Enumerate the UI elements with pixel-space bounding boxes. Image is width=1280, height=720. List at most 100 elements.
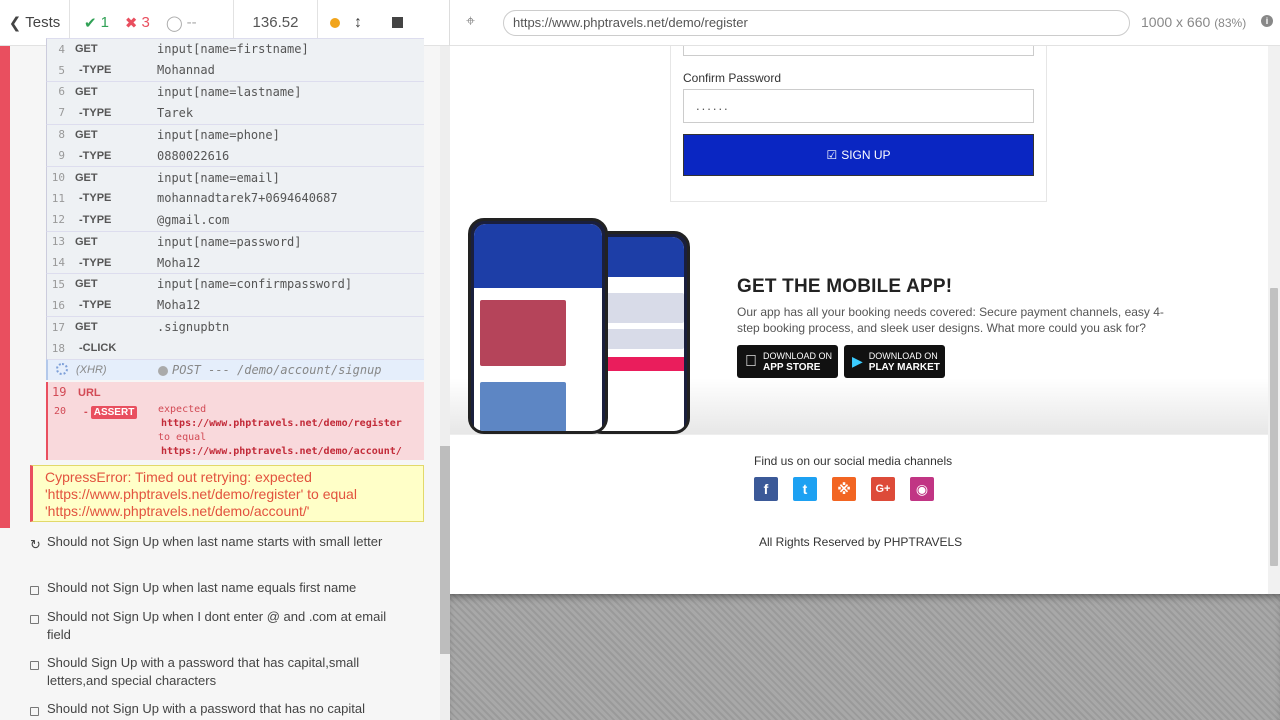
copyright: All Rights Reserved by PHPTRAVELS	[759, 535, 963, 549]
facebook-icon[interactable]: f	[754, 477, 778, 501]
aut-scrollbar-thumb[interactable]	[1270, 288, 1278, 566]
command-message: Moha12	[157, 298, 201, 313]
command-message: mohannadtarek7+0694640687	[157, 191, 338, 206]
test-item[interactable]: Should not Sign Up when I dont enter @ a…	[30, 608, 390, 644]
command-name: -TYPE	[79, 256, 112, 269]
google-plus-icon[interactable]: G+	[871, 477, 895, 501]
command-row[interactable]: 6 GET input[name=lastname]	[46, 80, 424, 103]
viewport-info: 1000 x 660 (83%)	[1141, 14, 1246, 30]
checkbox-icon	[30, 586, 39, 595]
failed-count: 3	[141, 14, 150, 31]
command-name: GET	[75, 171, 98, 184]
mobile-app-section: GET THE MOBILE APP! Our app has all your…	[450, 212, 1268, 434]
app-store-small: DOWNLOAD ON	[751, 350, 832, 361]
test-item[interactable]: Should not Sign Up when last name equals…	[30, 579, 390, 600]
command-row[interactable]: 14 -TYPE Moha12	[46, 251, 424, 274]
command-row[interactable]: 9 -TYPE 0880022616	[46, 144, 424, 167]
footer: Find us on our social media channels f t…	[450, 434, 1268, 594]
test-item[interactable]: Should Sign Up with a password that has …	[30, 654, 390, 690]
command-number: 16	[51, 298, 65, 312]
signup-button[interactable]: ☑ SIGN UP	[683, 134, 1034, 176]
test-title: Should not Sign Up when I dont enter @ a…	[47, 609, 387, 642]
xhr-message: POST --- /demo/account/signup	[158, 363, 382, 377]
test-item[interactable]: Should not Sign Up with a password that …	[30, 700, 390, 720]
tests-label: Tests	[25, 14, 61, 31]
reporter-body: 4 GET input[name=firstname] 5 -TYPE Mohannad 6…	[0, 38, 440, 720]
command-row[interactable]: 8 GET input[name=phone]	[46, 123, 424, 145]
command-number: 9	[58, 149, 65, 163]
xhr-row[interactable]: (XHR) POST --- /demo/account/signup	[46, 358, 424, 381]
command-row[interactable]: 15 GET input[name=confirmpassword]	[46, 273, 424, 295]
cypress-error[interactable]: CypressError: Timed out retrying: expect…	[30, 465, 424, 522]
command-name: -TYPE	[79, 149, 112, 162]
failed-commands[interactable]: 19 URL 20 - ASSERT expected https://www.…	[46, 382, 424, 460]
stop-icon[interactable]	[392, 17, 403, 28]
command-message: Mohannad	[157, 63, 215, 78]
test-title: Should not Sign Up when last name starts…	[47, 534, 383, 549]
instagram-icon[interactable]: ◉	[910, 477, 934, 501]
selector-playground-icon[interactable]: ⌖	[466, 14, 482, 30]
command-number: 12	[51, 213, 65, 227]
command-name: -TYPE	[79, 299, 112, 312]
viewport-size: 1000 x 660	[1141, 14, 1211, 30]
command-number: 4	[58, 42, 65, 56]
refresh-icon: ↻	[30, 537, 41, 552]
command-row[interactable]: 11 -TYPE mohannadtarek7+0694640687	[46, 187, 424, 210]
command-row[interactable]: 18 -CLICK	[46, 337, 424, 359]
checkbox-icon	[30, 661, 39, 670]
check-square-icon: ☑	[826, 148, 838, 162]
command-number: 15	[51, 277, 65, 291]
autoscroll-icon[interactable]: ↕	[354, 14, 362, 32]
play-market-button[interactable]: ▶ DOWNLOAD ON PLAY MARKET	[844, 345, 945, 378]
command-message: input[name=lastname]	[157, 84, 302, 99]
app-store-button[interactable]:  DOWNLOAD ONAPP STORE	[737, 345, 838, 378]
command-number: 6	[58, 85, 65, 99]
command-number: 18	[51, 341, 65, 355]
spinner-icon	[48, 362, 70, 378]
command-number: 7	[58, 106, 65, 120]
assert-badge: ASSERT	[90, 406, 138, 419]
password-input[interactable]	[683, 46, 1034, 56]
url-command-name: URL	[78, 387, 101, 399]
command-row[interactable]: 12 -TYPE @gmail.com	[46, 209, 424, 231]
aut-header: ⌖ https://www.phptravels.net/demo/regist…	[450, 0, 1280, 46]
test-title: Should not Sign Up with a password that …	[47, 701, 365, 716]
test-title: Should not Sign Up when last name equals…	[47, 580, 357, 595]
xhr-label: (XHR)	[76, 364, 107, 377]
command-row[interactable]: 10 GET input[name=email]	[46, 166, 424, 188]
pending-stat: ◯ --	[166, 14, 197, 32]
command-row[interactable]: 5 -TYPE Mohannad	[46, 59, 424, 81]
expected-label: expected	[158, 404, 207, 415]
command-row[interactable]: 17 GET .signupbtn	[46, 316, 424, 338]
url-bar[interactable]: https://www.phptravels.net/demo/register	[503, 10, 1130, 36]
command-name: GET	[75, 278, 98, 291]
pending-icon: ◯	[165, 14, 183, 32]
passed-count: 1	[100, 14, 109, 31]
command-row[interactable]: 7 -TYPE Tarek	[46, 102, 424, 124]
rss-icon[interactable]: ※	[832, 477, 856, 501]
command-row[interactable]: 13 GET input[name=password]	[46, 230, 424, 252]
test-item[interactable]: ↻ Should not Sign Up when last name star…	[30, 533, 390, 554]
command-message: input[name=email]	[157, 170, 280, 185]
command-message: @gmail.com	[157, 212, 230, 227]
command-number: 17	[51, 320, 65, 334]
register-form-card	[670, 46, 1047, 202]
command-message: .signupbtn	[157, 320, 230, 335]
status-dot-icon	[158, 365, 168, 376]
passed-stat: ✔ 1	[84, 14, 109, 32]
phones-image	[468, 218, 692, 434]
confirm-password-input[interactable]: ......	[683, 89, 1034, 123]
social-title: Find us on our social media channels	[754, 454, 953, 468]
reporter-scrollbar-thumb[interactable]	[440, 446, 450, 654]
command-row[interactable]: 16 -TYPE Moha12	[46, 294, 424, 317]
check-icon: ✔	[84, 14, 97, 32]
info-icon[interactable]: i	[1261, 15, 1273, 27]
running-dot-icon	[330, 17, 340, 28]
command-number: 10	[51, 171, 65, 185]
cross-icon: ✖	[124, 14, 138, 32]
command-row[interactable]: 4 GET input[name=firstname]	[46, 38, 424, 60]
url-command-number: 19	[52, 385, 67, 399]
play-small: DOWNLOAD ON	[868, 350, 938, 361]
twitter-icon[interactable]: t	[793, 477, 817, 501]
assert-command: - ASSERT	[84, 406, 138, 419]
